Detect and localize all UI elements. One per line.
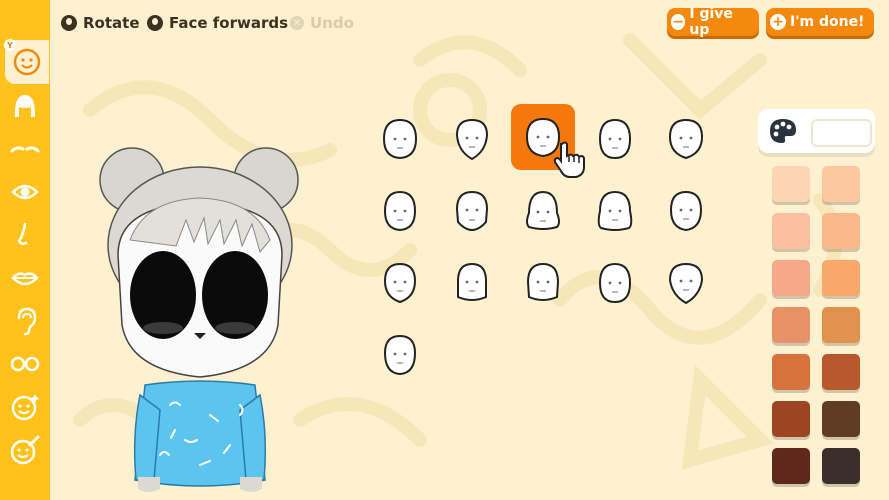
done-button[interactable]: + I'm done!	[766, 8, 874, 36]
ear-icon	[17, 307, 37, 336]
face-shape-icon	[526, 190, 560, 230]
face-option[interactable]	[381, 117, 419, 161]
face-option[interactable]	[522, 189, 560, 233]
rotate-control[interactable]: Rotate	[61, 14, 140, 32]
color-swatch[interactable]	[822, 213, 860, 249]
hand-cursor-icon	[553, 141, 585, 178]
sidebar-item-hair[interactable]	[0, 84, 50, 128]
face-option[interactable]	[667, 117, 705, 161]
face-option[interactable]	[453, 261, 491, 305]
face-shape-icon	[598, 262, 632, 304]
color-swatch[interactable]	[822, 448, 860, 484]
color-swatch[interactable]	[822, 166, 860, 202]
palette-icon	[770, 119, 796, 143]
face-option[interactable]	[524, 261, 562, 305]
rotate-label: Rotate	[83, 14, 140, 32]
sidebar-item-glasses[interactable]	[0, 342, 50, 386]
color-swatch[interactable]	[772, 166, 810, 202]
sidebar-item-eyes[interactable]	[0, 170, 50, 214]
face-option[interactable]	[381, 333, 419, 377]
y-button-badge: Y	[4, 39, 16, 51]
sidebar-item-eyebrows[interactable]	[0, 127, 50, 171]
face-shape-icon	[457, 262, 487, 301]
stick-press-icon	[147, 15, 163, 31]
nose-icon	[17, 222, 28, 245]
color-swatch[interactable]	[822, 354, 860, 390]
face-shape-icon	[668, 118, 704, 160]
sparkle-face-icon	[11, 394, 40, 421]
undo-label: Undo	[310, 14, 354, 32]
done-label: I'm done!	[790, 14, 865, 30]
face-icon	[13, 48, 41, 76]
face-shape-icon	[598, 118, 632, 160]
color-swatch[interactable]	[822, 307, 860, 343]
stick-icon	[61, 15, 77, 31]
face-shape-icon	[382, 118, 418, 160]
face-option[interactable]	[594, 189, 633, 233]
plus-button-icon: +	[770, 14, 786, 30]
undo-control[interactable]: ✕ Undo	[290, 14, 354, 32]
hair-icon	[15, 95, 35, 117]
face-option[interactable]	[596, 117, 634, 161]
face-option[interactable]	[381, 189, 419, 233]
color-swatch[interactable]	[822, 260, 860, 296]
sidebar-item-mouth[interactable]	[0, 256, 50, 300]
give-up-button[interactable]: − I give up	[667, 6, 759, 38]
color-swatch[interactable]	[772, 401, 810, 437]
brush-face-icon	[10, 435, 40, 465]
face-option[interactable]	[453, 117, 491, 161]
face-option[interactable]	[381, 261, 419, 305]
x-button-icon: ✕	[290, 16, 304, 30]
face-option[interactable]	[667, 189, 705, 233]
category-sidebar: Y	[0, 0, 50, 500]
sidebar-item-face-features[interactable]	[0, 385, 50, 429]
lips-icon	[11, 272, 39, 286]
face-option[interactable]	[453, 189, 491, 233]
face-forwards-label: Face forwards	[169, 14, 289, 32]
face-shape-icon	[526, 262, 560, 301]
sidebar-item-face-paint[interactable]	[0, 428, 50, 472]
color-swatch[interactable]	[822, 401, 860, 437]
give-up-label: I give up	[689, 6, 733, 38]
color-swatch[interactable]	[772, 448, 810, 484]
face-shape-icon	[455, 118, 489, 161]
color-swatch[interactable]	[772, 260, 810, 296]
face-forwards-control[interactable]: Face forwards	[147, 14, 288, 32]
face-shape-icon	[383, 262, 417, 304]
face-shape-icon	[383, 334, 417, 376]
face-shape-icon	[455, 190, 489, 232]
face-shape-icon	[668, 262, 704, 305]
eye-icon	[11, 184, 39, 200]
color-swatch[interactable]	[772, 213, 810, 249]
color-swatch[interactable]	[772, 354, 810, 390]
face-shape-icon	[669, 190, 703, 232]
custom-color-field[interactable]	[811, 119, 872, 147]
eyebrows-icon	[10, 146, 40, 153]
sidebar-item-ears[interactable]	[0, 299, 50, 343]
glasses-icon	[10, 356, 40, 372]
face-option[interactable]	[667, 261, 705, 305]
avatar-preview	[99, 147, 299, 492]
minus-button-icon: −	[671, 14, 686, 30]
face-option[interactable]	[596, 261, 634, 305]
face-shape-icon	[383, 190, 417, 232]
face-shape-icon	[597, 190, 633, 231]
sidebar-item-nose[interactable]	[0, 213, 50, 257]
color-swatch[interactable]	[772, 307, 810, 343]
